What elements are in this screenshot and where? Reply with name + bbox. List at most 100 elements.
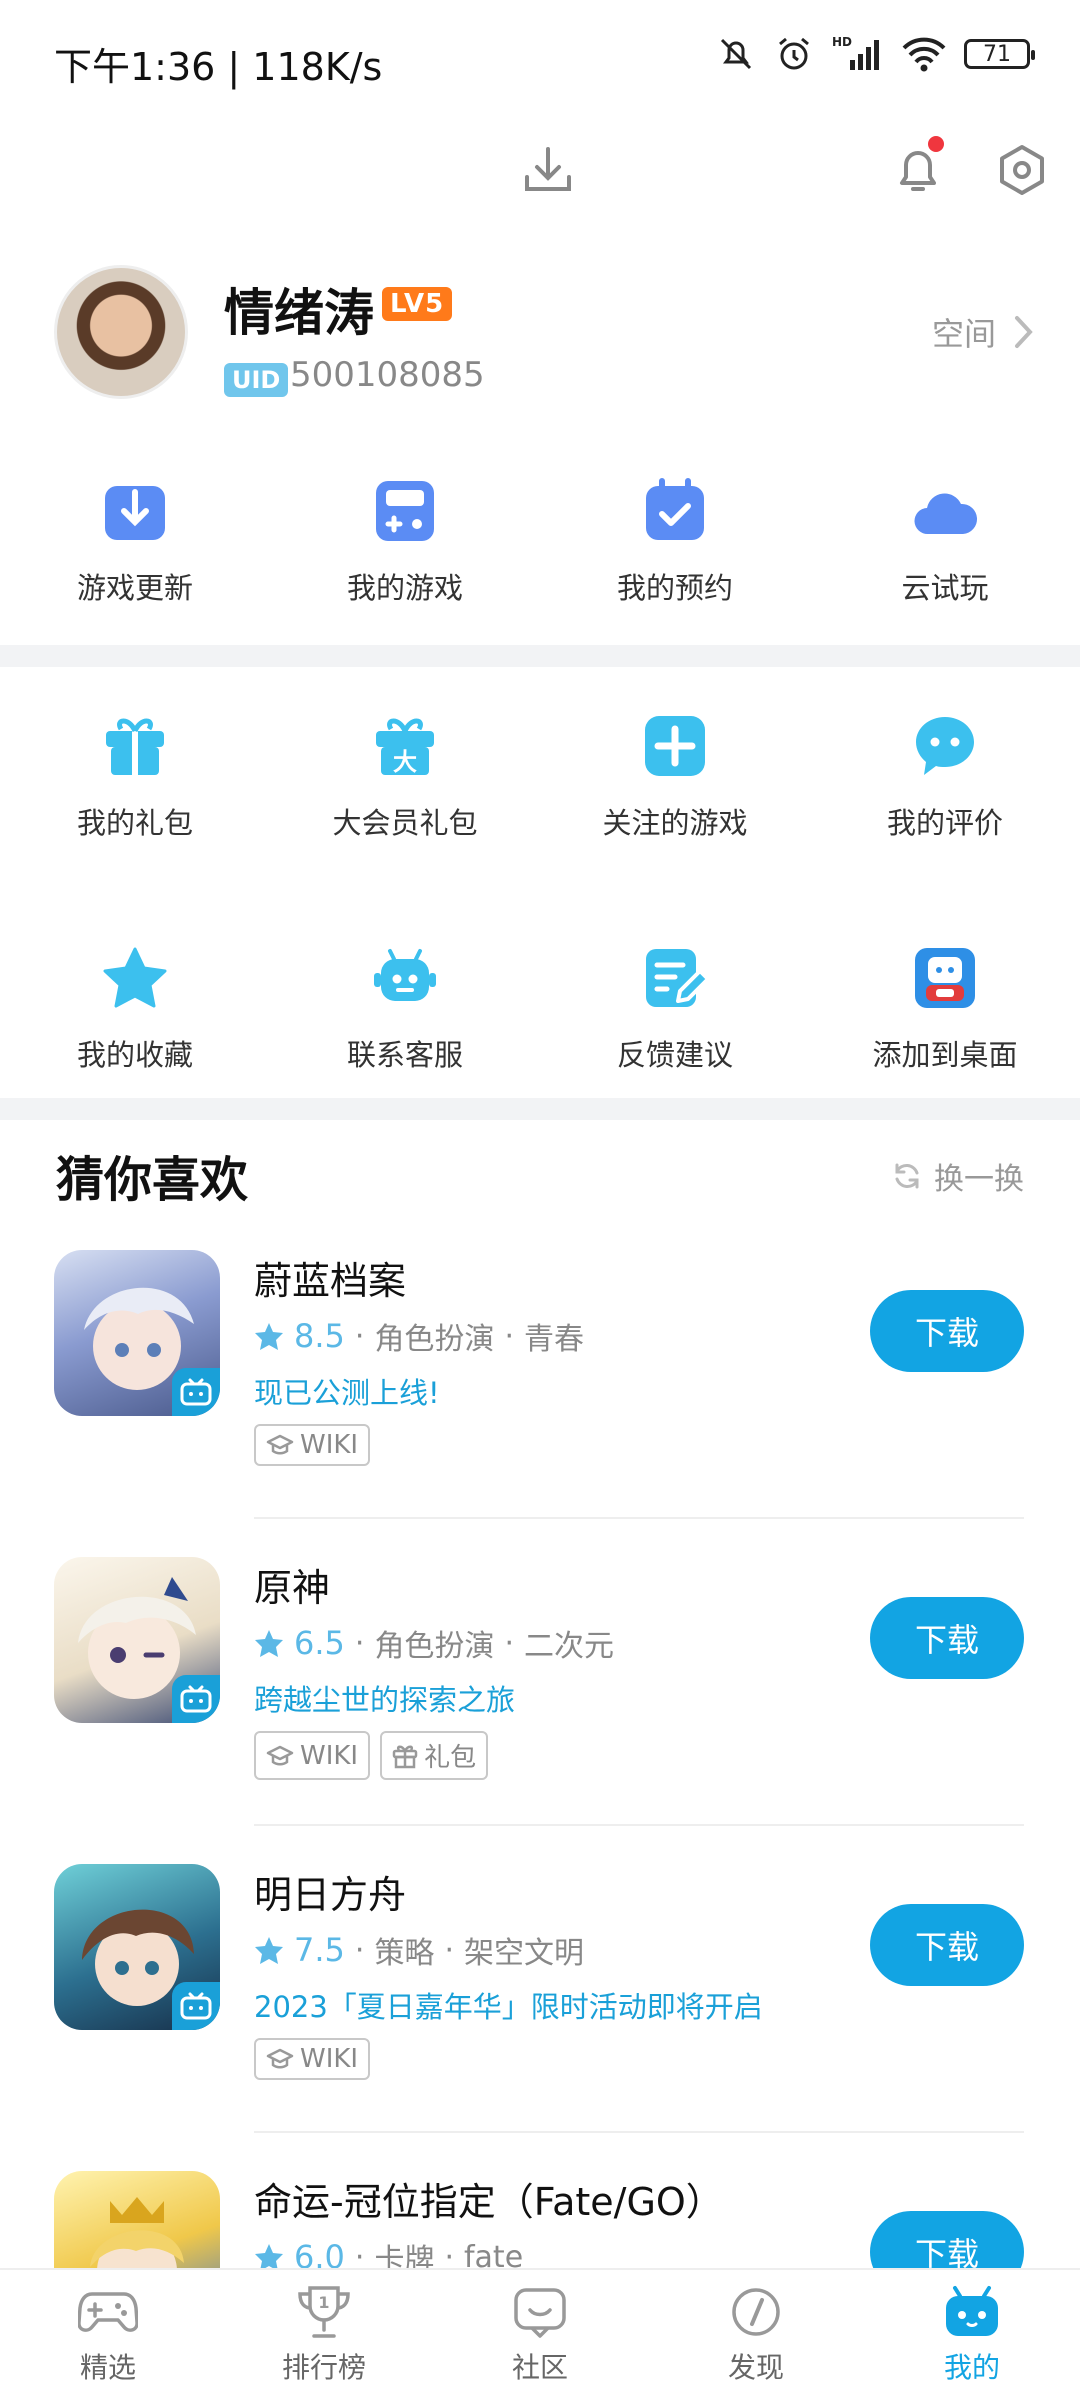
recommend-title: 猜你喜欢 [56, 1152, 249, 1208]
settings-button[interactable] [992, 140, 1052, 200]
profile-header[interactable]: 情绪涛 LV5 UID 500108085 空间 [54, 265, 1034, 405]
game-category: 角色扮演 [374, 1322, 495, 1357]
tab-label: 我的 [943, 2351, 1000, 2384]
game-tags: WIKI 礼包 [254, 1731, 489, 1780]
bilibili-badge-icon [172, 1368, 220, 1416]
download-button[interactable]: 下载 [870, 1290, 1024, 1372]
quick-action-cloud-play[interactable]: 云试玩 [810, 475, 1080, 607]
avatar[interactable] [54, 265, 188, 399]
game-item[interactable]: 蔚蓝档案 8.5 · 角色扮演 · 青春 现已公测上线! WIKI 下载 [0, 1250, 1080, 1550]
game-icon-arknights[interactable] [54, 1864, 220, 2030]
signal-icon: HD [832, 35, 879, 70]
game-category: 策略 [374, 1936, 435, 1971]
tab-community[interactable]: 社区 [432, 2270, 648, 2402]
game-score: 6.0 [294, 2238, 345, 2268]
wiki-tag[interactable]: WIKI [254, 1731, 371, 1780]
uid-number: 500108085 [290, 355, 485, 395]
bottom-tab-bar: 精选 1 排行榜 社区 发现 我的 [0, 2268, 1080, 2402]
game-item[interactable]: 明日方舟 7.5 · 策略 · 架空文明 2023「夏日嘉年华」限时活动即将开启… [0, 1864, 1080, 2164]
game-meta: 8.5 · 角色扮演 · 青春 [254, 1314, 584, 1358]
desktop-mascot-icon [909, 942, 981, 1014]
star-icon [255, 1937, 283, 1964]
gamepad-tab-icon [78, 2292, 138, 2332]
tab-ranking[interactable]: 1 排行榜 [216, 2270, 432, 2402]
game-meta: 6.0 · 卡牌 · fate [254, 2235, 523, 2268]
tab-featured[interactable]: 精选 [0, 2270, 216, 2402]
game-score: 8.5 [294, 1317, 345, 1355]
service-label: 我的收藏 [76, 1038, 193, 1072]
game-description: 现已公测上线! [254, 1376, 440, 1410]
tab-label: 发现 [727, 2351, 784, 2384]
space-link[interactable]: 空间 [932, 309, 1034, 355]
tab-discover[interactable]: 发现 [648, 2270, 864, 2402]
download-button[interactable]: 下载 [870, 2211, 1024, 2268]
uid-badge: UID [224, 363, 289, 397]
service-my-gifts[interactable]: 我的礼包 [0, 710, 270, 842]
game-item[interactable]: 原神 6.5 · 角色扮演 · 二次元 跨越尘世的探索之旅 WIKI 礼包 下载 [0, 1557, 1080, 1857]
game-description: 跨越尘世的探索之旅 [254, 1683, 516, 1717]
service-contact-support[interactable]: 联系客服 [270, 942, 540, 1074]
bilibili-badge-icon [172, 1982, 220, 2030]
compass-icon [732, 2288, 780, 2336]
service-label: 反馈建议 [616, 1038, 733, 1072]
list-separator [254, 1824, 1024, 1826]
service-label: 我的评价 [886, 806, 1003, 840]
gift-tag[interactable]: 礼包 [380, 1731, 489, 1780]
star-icon [99, 942, 171, 1014]
download-button[interactable]: 下载 [870, 1597, 1024, 1679]
feedback-edit-icon [639, 942, 711, 1014]
username: 情绪涛 [224, 284, 374, 342]
service-my-reviews[interactable]: 我的评价 [810, 710, 1080, 842]
star-icon [255, 1630, 283, 1657]
status-time: 下午1:36 | 118K/s [54, 45, 383, 89]
service-feedback[interactable]: 反馈建议 [540, 942, 810, 1074]
game-category: 卡牌 [374, 2243, 435, 2268]
battery-indicator: 71 [964, 39, 1035, 69]
wiki-tag[interactable]: WIKI [254, 1424, 371, 1466]
game-description: 2023「夏日嘉年华」限时活动即将开启 [254, 1990, 763, 2024]
star-icon [255, 1323, 283, 1350]
game-icon-blue-archive[interactable] [54, 1250, 220, 1416]
wiki-tag[interactable]: WIKI [254, 2038, 371, 2080]
notifications-button[interactable] [888, 136, 948, 200]
game-name: 命运-冠位指定（Fate/GO） [254, 2180, 724, 2224]
quick-action-label: 云试玩 [901, 571, 989, 605]
services-grid: 我的礼包 大 大会员礼包 关注的游戏 我的评价 我的收藏 联系客服 反馈建议 添… [0, 710, 1080, 1074]
game-category: 青春 [523, 1322, 584, 1357]
service-my-favorites[interactable]: 我的收藏 [0, 942, 270, 1074]
community-icon [514, 2288, 566, 2338]
wifi-icon [902, 37, 946, 72]
game-tags: WIKI [254, 1424, 371, 1466]
download-button[interactable]: 下载 [870, 1904, 1024, 1986]
service-add-to-desktop[interactable]: 添加到桌面 [810, 942, 1080, 1074]
gift-icon [392, 1745, 418, 1768]
quick-action-my-games[interactable]: 我的游戏 [270, 475, 540, 607]
svg-text:1: 1 [318, 2293, 329, 2312]
cap-icon [266, 2048, 294, 2069]
quick-action-my-reservations[interactable]: 我的预约 [540, 475, 810, 607]
refresh-label: 换一换 [934, 1162, 1024, 1197]
quick-action-game-update[interactable]: 游戏更新 [0, 475, 270, 607]
service-vip-gifts[interactable]: 大 大会员礼包 [270, 710, 540, 842]
chat-bubble-icon [909, 710, 981, 782]
game-icon-fgo[interactable] [54, 2171, 220, 2268]
tab-label: 精选 [79, 2351, 136, 2384]
tab-mine[interactable]: 我的 [864, 2270, 1080, 2402]
service-label: 关注的游戏 [602, 806, 748, 840]
character-art-icon [90, 2197, 184, 2268]
tag-label: WIKI [300, 1740, 359, 1771]
refresh-button[interactable]: 换一换 [892, 1154, 1024, 1198]
quick-action-label: 游戏更新 [76, 571, 193, 605]
quick-action-label: 我的游戏 [346, 571, 463, 605]
game-icon-genshin[interactable] [54, 1557, 220, 1723]
svg-text:HD: HD [832, 35, 852, 49]
plus-icon [639, 710, 711, 782]
download-manager-button[interactable] [518, 140, 578, 200]
tag-label: 礼包 [424, 1743, 477, 1773]
game-meta: 6.5 · 角色扮演 · 二次元 [254, 1621, 614, 1665]
game-category: 角色扮演 [374, 1629, 495, 1664]
game-category: 二次元 [523, 1629, 614, 1664]
game-item[interactable]: 命运-冠位指定（Fate/GO） 6.0 · 卡牌 · fate 下载 [0, 2171, 1080, 2268]
download-icon [525, 147, 571, 191]
service-followed-games[interactable]: 关注的游戏 [540, 710, 810, 842]
